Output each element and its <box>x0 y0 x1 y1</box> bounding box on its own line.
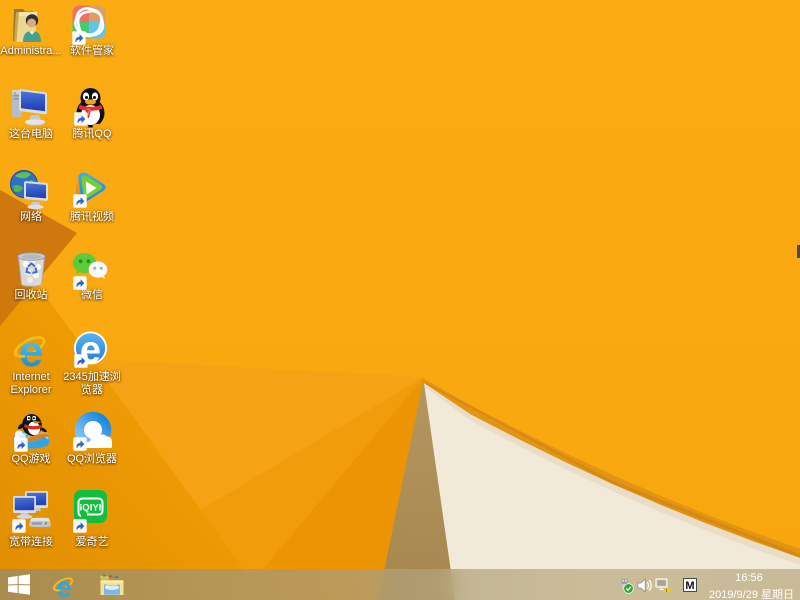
svg-text:M: M <box>685 580 694 592</box>
svg-text:e: e <box>56 573 72 599</box>
svg-text:e: e <box>19 329 43 370</box>
svg-text:iQIYI: iQIYI <box>80 503 102 514</box>
